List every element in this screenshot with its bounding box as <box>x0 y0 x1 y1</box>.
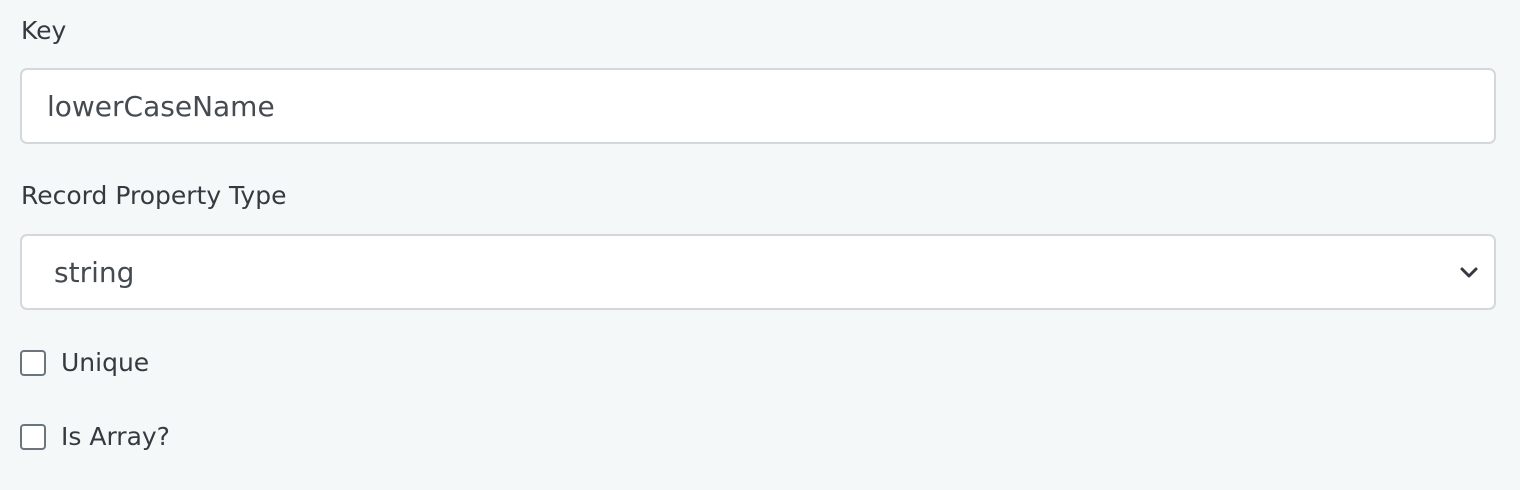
unique-checkbox[interactable] <box>20 350 46 376</box>
record-property-type-select[interactable]: string <box>20 234 1496 310</box>
is-array-label: Is Array? <box>61 422 170 451</box>
is-array-option[interactable]: Is Array? <box>20 422 170 452</box>
key-input[interactable]: lowerCaseName <box>20 68 1496 144</box>
is-array-checkbox[interactable] <box>20 424 46 450</box>
unique-option[interactable]: Unique <box>20 348 149 378</box>
chevron-down-icon <box>1460 267 1478 278</box>
key-input-value: lowerCaseName <box>47 90 275 123</box>
key-label: Key <box>21 16 67 45</box>
record-property-type-label: Record Property Type <box>21 181 287 210</box>
record-property-form: Key lowerCaseName Record Property Type s… <box>0 0 1520 490</box>
unique-label: Unique <box>61 348 150 377</box>
record-property-type-selected-value: string <box>54 256 135 289</box>
